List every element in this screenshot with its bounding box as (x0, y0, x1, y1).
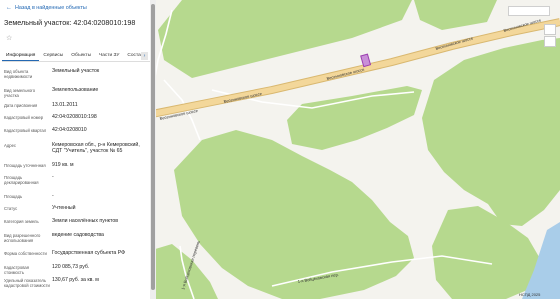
tab-bar: Информация Сервисы Объекты Части ЗУ Сост… (2, 51, 151, 62)
attr-label: Адрес (4, 143, 16, 148)
attr-label: Форма собственности (4, 251, 47, 256)
scrollbar-thumb[interactable] (151, 4, 155, 290)
tab-info[interactable]: Информация (2, 51, 40, 61)
page-title: Земельный участок: 42:04:0208010:198 (4, 18, 136, 27)
back-link[interactable]: ← Назад в найденные объекты (6, 5, 87, 11)
attr-label: Дата присвоения (4, 103, 38, 108)
attr-value: Учтенный (52, 205, 76, 211)
attr-label: Вид разрешенного использования (4, 233, 41, 244)
attr-label: Вид объекта недвижимости (4, 69, 33, 80)
tab-objects[interactable]: Объекты (67, 51, 95, 61)
attr-value: Государственная субъекта РФ (52, 250, 126, 256)
attr-value: Земли населённых пунктов (52, 218, 118, 224)
attr-label: Вид земельного участка (4, 88, 36, 99)
attr-value: 13.01.2011 (52, 102, 78, 108)
attr-value: ведение садоводства (52, 232, 104, 238)
attr-value: - (52, 193, 54, 199)
attr-value: 42:04:0208010 (52, 127, 87, 133)
attr-label: Категория земель (4, 219, 39, 224)
back-link-label: Назад в найденные объекты (15, 5, 87, 11)
attr-value: Кемеровская обл., р-н Кемеровский, СДТ "… (52, 142, 140, 155)
attr-label: Кадастровый номер (4, 115, 44, 120)
zoom-in-button[interactable] (544, 24, 556, 35)
info-panel: ← Назад в найденные объекты Земельный уч… (0, 0, 152, 299)
attr-label: Площадь уточненная (4, 163, 46, 168)
map-search-input[interactable] (508, 6, 550, 16)
map-canvas[interactable]: Весенновское шоссе Весенновское шоссе Ве… (152, 0, 560, 299)
attr-value: 120 085,73 руб. (52, 264, 90, 270)
attr-value: Земельный участок (52, 68, 100, 74)
map-controls (544, 24, 558, 48)
chevron-right-icon[interactable]: › (141, 52, 148, 60)
attr-label: Площадь декларированная (4, 175, 39, 186)
attr-label: Кадастровый квартал (4, 128, 47, 133)
tab-parts[interactable]: Части ЗУ (95, 51, 123, 61)
attr-label: Удельный показатель кадастровой стоимост… (4, 278, 50, 289)
arrow-left-icon: ← (6, 5, 12, 11)
attr-value: - (52, 174, 54, 180)
panel-scrollbar[interactable] (150, 0, 156, 299)
zoom-out-button[interactable] (544, 36, 556, 47)
star-outline-icon[interactable]: ☆ (6, 34, 12, 42)
attr-value: Землепользование (52, 87, 99, 93)
attr-value: 42:04:0208010:198 (52, 114, 97, 120)
map-copyright: НСПД 2025 (519, 292, 541, 297)
attr-label: Площадь (4, 194, 23, 199)
attr-label: Кадастровая стоимость (4, 265, 29, 276)
tab-services[interactable]: Сервисы (39, 51, 67, 61)
attr-label: Статус (4, 206, 18, 211)
attr-value: 130,67 руб. за кв. м (52, 277, 99, 283)
attr-value: 919 кв. м (52, 162, 74, 168)
